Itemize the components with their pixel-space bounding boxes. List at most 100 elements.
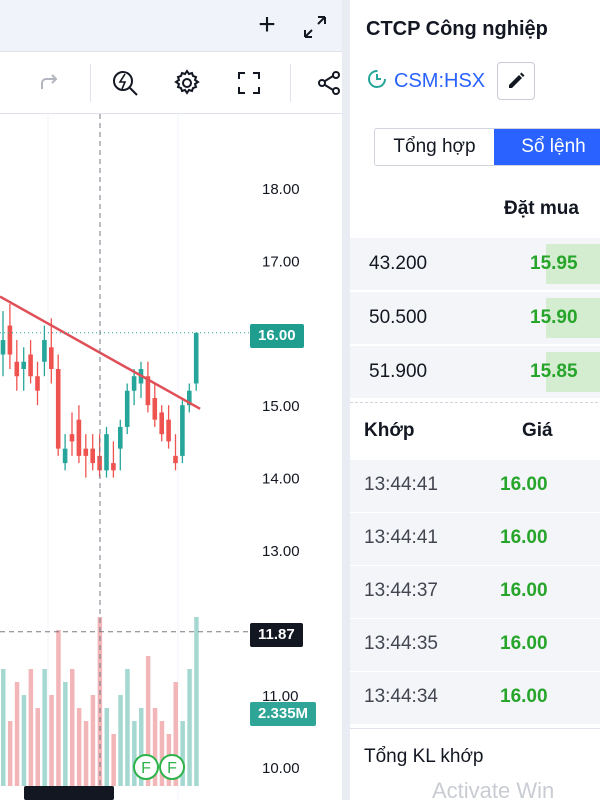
- bid-row[interactable]: 51.900 15.85: [350, 346, 600, 398]
- tab-summary[interactable]: Tổng hợp: [375, 129, 494, 165]
- volume-bar: [76, 708, 82, 786]
- match-price: 16.00: [500, 580, 548, 601]
- price-axis-label: 17.00: [262, 253, 300, 270]
- candle-body: [21, 361, 26, 369]
- match-time-header: Khớp: [364, 420, 415, 441]
- volume-bar: [14, 682, 20, 786]
- toolbar-divider: [90, 64, 91, 102]
- match-time: 13:44:37: [364, 580, 438, 601]
- volume-bar: [194, 617, 199, 786]
- volume-bar: [90, 695, 96, 786]
- toolbar-divider: [290, 64, 291, 102]
- match-row: 13:44:35 16.00: [350, 619, 600, 671]
- order-book-panel: CTCP Công nghiệp CSM:HSX Tổng hợp Sổ lện…: [342, 0, 600, 800]
- candle-body: [7, 325, 13, 355]
- volume-bar: [7, 721, 13, 786]
- volume-bar: [28, 669, 34, 786]
- candle-body: [193, 332, 199, 384]
- candle-body: [152, 397, 158, 420]
- market-open-clock-icon: [366, 68, 388, 95]
- price-axis-label: 15.00: [262, 398, 300, 415]
- candle-body: [159, 412, 164, 435]
- candle-body: [118, 426, 123, 449]
- candle-body: [76, 419, 82, 456]
- bid-row[interactable]: 43.200 15.95: [350, 238, 600, 290]
- price-chart[interactable]: FF 18.0017.0015.0014.0013.0011.0010.00: [0, 114, 342, 800]
- total-matched-volume-label: Tổng KL khớp: [364, 746, 484, 767]
- bid-row[interactable]: 50.500 15.90: [350, 292, 600, 344]
- bid-price: 15.95: [530, 253, 578, 274]
- add-chart-button[interactable]: +: [252, 8, 282, 41]
- candle-body: [62, 448, 68, 464]
- volume-bar: [1, 669, 6, 786]
- redo-icon[interactable]: [30, 64, 68, 102]
- volume-bar: [42, 669, 47, 786]
- crosshair-price-tag: 11.87: [250, 623, 303, 647]
- volume-bar: [70, 669, 75, 786]
- volume-bar: [56, 630, 61, 786]
- volume-bar: [83, 721, 89, 786]
- match-price: 16.00: [500, 527, 548, 548]
- bid-price: 15.85: [530, 361, 578, 382]
- pencil-icon: [509, 72, 525, 88]
- os-watermark: Activate Win: [432, 778, 555, 800]
- alert-icon[interactable]: [106, 64, 144, 102]
- bid-column-header: Đặt mua: [504, 198, 579, 219]
- match-time: 13:44:34: [364, 686, 438, 707]
- match-time: 13:44:41: [364, 527, 438, 548]
- candle-body: [131, 376, 137, 391]
- volume-bar: [104, 708, 109, 786]
- symbol-row: CSM:HSX: [366, 62, 536, 100]
- match-time: 13:44:35: [364, 633, 438, 654]
- section-divider: [350, 728, 600, 729]
- settings-icon[interactable]: [168, 64, 206, 102]
- match-price: 16.00: [500, 686, 548, 707]
- candle-body: [90, 448, 95, 464]
- candle-body: [35, 376, 40, 391]
- volume-bar: [21, 695, 27, 786]
- tab-order-book[interactable]: Sổ lệnh: [494, 129, 600, 165]
- crosshair-time-tag: [24, 786, 114, 800]
- bid-volume: 43.200: [369, 253, 428, 274]
- candle-body: [42, 340, 47, 362]
- candle-body: [49, 347, 54, 369]
- symbol-label[interactable]: CSM:HSX: [394, 70, 485, 93]
- match-price: 16.00: [500, 474, 548, 495]
- panel-tabs: Tổng hợp Sổ lệnh: [374, 128, 600, 166]
- match-price: 16.00: [500, 633, 548, 654]
- volume-tag: 2.335M: [250, 702, 317, 726]
- candle-body: [111, 463, 116, 471]
- bid-volume: 50.500: [369, 307, 428, 328]
- price-axis-label: 10.00: [262, 760, 300, 777]
- section-divider: [350, 402, 600, 403]
- volume-bar: [63, 682, 68, 786]
- candle-body: [180, 405, 185, 456]
- volume-bar: [49, 695, 54, 786]
- candle-body: [55, 369, 61, 449]
- bid-volume: 51.900: [369, 361, 428, 382]
- bid-price: 15.90: [530, 307, 578, 328]
- match-row: 13:44:41 16.00: [350, 513, 600, 565]
- chart-tab-bar: +: [0, 0, 342, 52]
- candle-body: [0, 340, 6, 355]
- volume-bar: [111, 734, 116, 786]
- candle-body: [83, 448, 89, 456]
- edit-symbol-button[interactable]: [497, 62, 536, 100]
- candle-body: [104, 434, 109, 471]
- price-axis-label: 13.00: [262, 543, 300, 560]
- match-price-header: Giá: [522, 420, 553, 441]
- expand-icon[interactable]: [300, 12, 330, 42]
- volume-bar: [35, 708, 40, 786]
- fullscreen-icon[interactable]: [230, 64, 268, 102]
- candle-body: [173, 455, 178, 464]
- company-title: CTCP Công nghiệp: [366, 18, 548, 40]
- chart-toolbar: [0, 52, 342, 114]
- event-marker-label: F: [141, 760, 151, 777]
- share-icon[interactable]: [310, 64, 342, 102]
- candle-body: [28, 354, 33, 377]
- chart-pane[interactable]: + FF 18.0017.0015.0014.0013.0011.00: [0, 0, 342, 800]
- candle-body: [14, 361, 20, 377]
- volume-bar: [132, 721, 137, 786]
- match-row: 13:44:41 16.00: [350, 460, 600, 512]
- volume-bar: [187, 669, 192, 786]
